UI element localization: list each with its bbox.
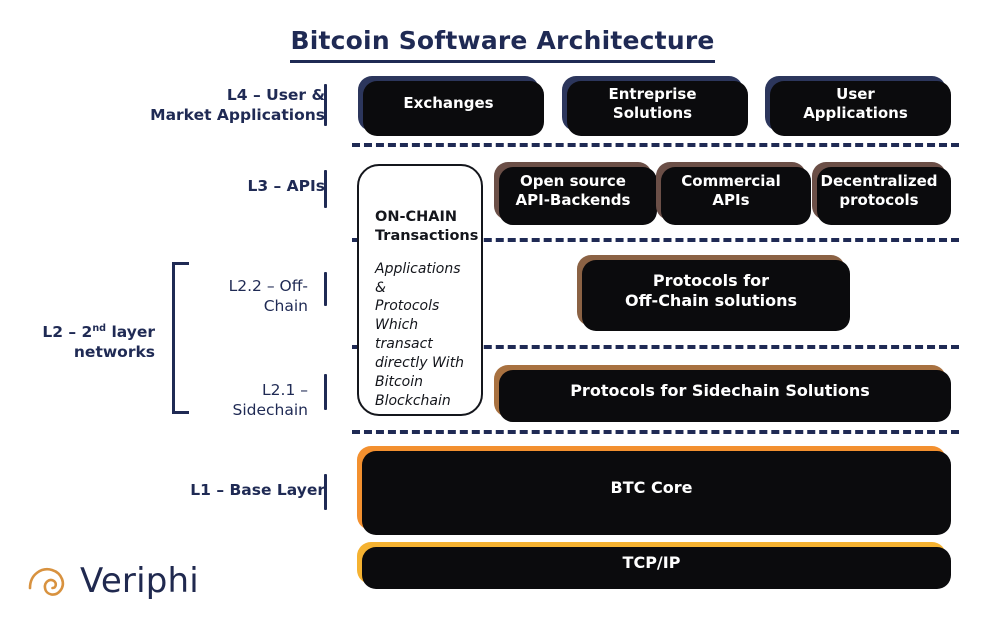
layer-label-l4-line2: Market Applications [150,105,325,124]
layer-label-l2: L2 – 2nd layer networks [20,323,155,363]
layer-tick-l3 [324,170,327,208]
block-exchanges[interactable]: Exchanges [358,76,544,136]
veriphi-logo-text: Veriphi [80,561,199,601]
block-commercial-apis[interactable]: Commercial APIs [656,162,811,225]
block-entreprise-solutions-label: Entreprise Solutions [608,84,697,122]
block-open-source-api-backends-label: Open source API-Backends [515,172,631,209]
layer-label-l2-ordinal: nd [92,323,107,334]
layer-label-l2-line2: networks [73,342,155,361]
onchain-heading: ON-CHAIN Transactions [375,209,479,244]
block-protocols-sidechain[interactable]: Protocols for Sidechain Solutions [494,365,951,422]
block-btc-core-label: BTC Core [610,478,693,497]
block-tcp-ip[interactable]: TCP/IP [357,542,951,589]
layer-tick-l1 [324,474,327,510]
layer-label-l3-text: L3 – APIs [247,177,325,195]
layer-label-l22: L2.2 – Off-Chain [186,277,308,317]
block-protocols-off-chain-label: Protocols for Off-Chain solutions [624,270,797,310]
block-exchanges-label: Exchanges [403,94,494,113]
layer-label-l4-line1: L4 – User & [226,86,325,104]
divider-l21-l1 [352,430,959,434]
layer-tick-l21 [324,374,327,410]
layer-label-l22-text: L2.2 – Off-Chain [228,277,308,315]
page-title: Bitcoin Software Architecture [0,26,1005,63]
divider-l4-l3 [352,143,959,147]
block-entreprise-solutions[interactable]: Entreprise Solutions [562,76,748,136]
block-decentralized-protocols-label: Decentralized protocols [820,172,938,209]
layer-label-l3: L3 – APIs [90,177,325,197]
layer-label-l1: L1 – Base Layer [90,481,325,501]
block-protocols-sidechain-label: Protocols for Sidechain Solutions [570,381,870,400]
layer-label-l21: L2.1 – Sidechain [186,381,309,421]
block-decentralized-protocols[interactable]: Decentralized protocols [812,162,951,225]
layer-label-l21-text: L2.1 – Sidechain [232,381,309,419]
block-btc-core[interactable]: BTC Core [357,446,951,535]
onchain-description: Applications & Protocols Which transact … [375,260,465,409]
spiral-curl-icon [28,568,65,596]
onchain-transactions-card: ON-CHAIN Transactions Applications & Prot… [357,164,483,416]
block-user-applications[interactable]: User Applications [765,76,951,136]
block-commercial-apis-label: Commercial APIs [681,172,781,209]
veriphi-logo[interactable]: Veriphi [26,558,199,604]
page-title-text: Bitcoin Software Architecture [290,26,715,63]
layer-tick-l22 [324,272,327,306]
block-user-applications-label: User Applications [803,84,908,122]
block-open-source-api-backends[interactable]: Open source API-Backends [494,162,657,225]
block-protocols-off-chain[interactable]: Protocols for Off-Chain solutions [577,255,850,331]
layer-label-l1-text: L1 – Base Layer [190,481,325,499]
layer-label-l4: L4 – User & Market Applications [90,86,325,126]
layer-label-l2-line1: L2 – 2nd layer [42,323,155,342]
block-tcp-ip-label: TCP/IP [622,553,681,572]
layer-tick-l4 [324,84,327,126]
